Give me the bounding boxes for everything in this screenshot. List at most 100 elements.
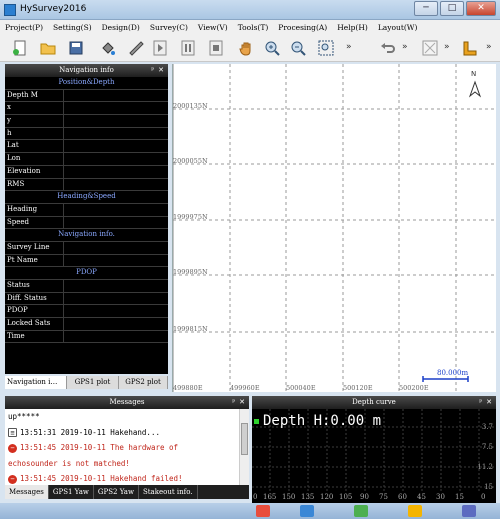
panel-close-icon[interactable]: ✕ [158,64,164,77]
taskbar-app-icon-5[interactable] [462,505,476,517]
minimize-button[interactable]: ─ [414,1,438,16]
restore-button[interactable]: □ [440,1,464,16]
nav-section-navigation-info: Navigation info. [5,229,168,242]
taskbar-app-icon-2[interactable] [300,505,314,517]
depth-pin-icon[interactable]: ᵖ [479,396,482,409]
tab-navigation-info[interactable]: Navigation i… [5,376,67,389]
map-view[interactable]: 2000135N 2000055N 1999975N 1999895N 1999… [172,64,496,392]
depth-scale-4: 15 [484,483,493,491]
tab-gps2-yaw[interactable]: GPS2 Yaw [94,485,139,499]
close-button[interactable]: ✕ [466,1,496,16]
toolbar-overflow-icon[interactable]: » [346,42,352,52]
menu-view[interactable]: View(V) [193,23,233,32]
depth-close-icon[interactable]: ✕ [486,396,492,409]
zoom-in-icon[interactable] [262,38,282,58]
menu-procesing[interactable]: Procesing(A) [273,23,332,32]
depth-x-tick: 60 [398,493,407,501]
tab-gps1-yaw[interactable]: GPS1 Yaw [49,485,94,499]
clear-icon[interactable] [420,38,440,58]
taskbar-app-icon-3[interactable] [354,505,368,517]
depth-x-axis: 0 165 150 135 120 105 90 75 60 45 30 15 … [252,491,496,503]
ruler-icon[interactable] [126,38,146,58]
nav-row-locked-sats: Locked Sats [5,318,168,331]
menu-survey[interactable]: Survey(C) [145,23,193,32]
menu-design[interactable]: Design(D) [97,23,145,32]
map-grid [173,64,496,392]
tab-messages[interactable]: Messages [5,485,49,499]
nav-row-survey-line: Survey Line [5,241,168,255]
menu-tools[interactable]: Tools(T) [233,23,274,32]
depth-curve-view[interactable]: Depth H:0.00 m 3.7 7.5 11.2 15 0 165 150… [252,409,496,503]
title-bar: HySurvey2016 ─ □ ✕ [0,0,500,20]
depth-x-tick: 0 [253,493,258,501]
window-title: HySurvey2016 [20,4,87,14]
menu-help[interactable]: Help(H) [332,23,373,32]
messages-scrollbar[interactable] [239,409,249,485]
open-folder-icon[interactable] [38,38,58,58]
map-y-label-2: 2000055N [173,157,208,165]
depth-x-tick: 30 [436,493,445,501]
toolbar-overflow-icon-3[interactable]: » [444,42,450,52]
toolbar-overflow-icon-4[interactable]: » [486,42,492,52]
messages-panel: up***** ≡ 13:51:31 2019-10-11 Hakehand...… [5,409,249,485]
undo-icon[interactable] [378,38,398,58]
tab-gps2-plot[interactable]: GPS2 plot [119,376,168,389]
zoom-out-icon[interactable] [288,38,308,58]
nav-row-elevation: Elevation [5,165,168,179]
paint-bucket-icon[interactable] [98,38,118,58]
play-icon[interactable] [150,38,170,58]
nav-row-depth: Depth M [5,89,168,103]
pin-icon[interactable]: ᵖ [151,64,154,77]
pause-icon[interactable] [178,38,198,58]
zoom-extent-icon[interactable] [316,38,336,58]
messages-close-icon[interactable]: ✕ [239,396,245,409]
compass-label: N [471,70,477,78]
depth-readout: Depth H:0.00 m [254,413,381,429]
tab-gps1-plot[interactable]: GPS1 plot [67,376,119,389]
depth-scale-3: 11.2 [477,463,493,471]
nav-row-diff-status: Diff. Status [5,292,168,306]
taskbar-app-icon-4[interactable] [408,505,422,517]
nav-row-pt-name: Pt Name [5,254,168,268]
depth-curve-header: Depth curve ᵖ ✕ [252,396,496,409]
messages-list: up***** ≡ 13:51:31 2019-10-11 Hakehand...… [5,409,239,485]
corner-ruler-icon[interactable] [460,38,480,58]
depth-x-tick: 75 [379,493,388,501]
info-icon: ≡ [8,428,17,437]
depth-status-dot [254,418,259,424]
depth-x-tick: 135 [301,493,315,501]
scrollbar-thumb[interactable] [241,423,248,455]
menu-setting[interactable]: Setting(S) [48,23,97,32]
map-y-label-3: 1999975N [173,213,208,221]
taskbar-app-icon-1[interactable] [256,505,270,517]
depth-x-tick: 45 [417,493,426,501]
tab-stakeout-info[interactable]: Stakeout info. [139,485,198,499]
save-icon[interactable] [66,38,86,58]
map-x-label-3: 500040E [286,384,316,392]
nav-panel-header: Navigation info ᵖ ✕ [5,64,168,77]
messages-pin-icon[interactable]: ᵖ [232,396,235,409]
message-line: −13:51:45 2019-10-11 The hardware of [5,440,239,456]
nav-tabs: Navigation i… GPS1 plot GPS2 plot [5,376,168,389]
depth-x-tick: 15 [455,493,464,501]
nav-section-position-depth: Position&Depth [5,77,168,90]
message-line: up***** [8,412,40,421]
nav-section-heading-speed: Heading&Speed [5,191,168,204]
nav-section-pdop: PDOP [5,267,168,280]
scale-bar-label: 80.000m [437,369,469,377]
menu-project[interactable]: Project(P) [0,23,48,32]
nav-row-h: h [5,127,168,141]
depth-scale-1: 3.7 [481,423,493,431]
pan-hand-icon[interactable] [236,38,256,58]
menu-layout[interactable]: Layout(W) [373,23,423,32]
toolbar: » » » » [0,34,500,62]
nav-row-lat: Lat [5,140,168,154]
stop-icon[interactable] [206,38,226,58]
app-icon [4,4,16,16]
nav-row-speed: Speed [5,216,168,230]
new-file-icon[interactable] [10,38,30,58]
nav-panel-title: Navigation info [59,66,114,74]
error-icon: − [8,474,17,484]
toolbar-overflow-icon-2[interactable]: » [402,42,408,52]
taskbar [0,503,500,519]
